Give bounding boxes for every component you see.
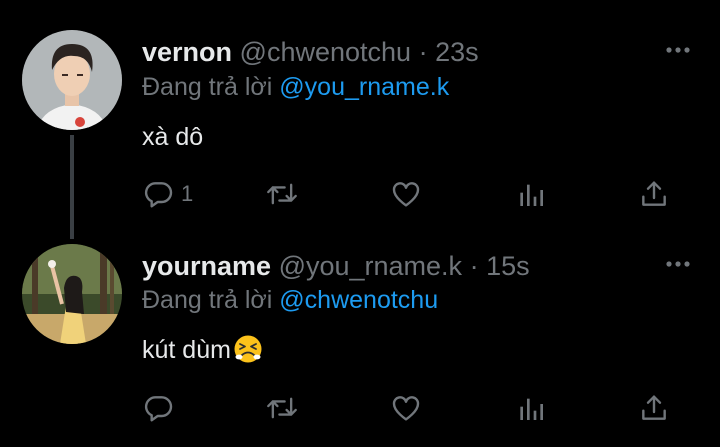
display-name[interactable]: yourname <box>142 251 271 281</box>
analytics-icon <box>520 398 543 420</box>
share-icon <box>642 181 666 206</box>
replying-to-label: Đang trả lời <box>142 73 273 101</box>
tweet-body: kút dùm <box>142 334 263 371</box>
avatar[interactable] <box>22 244 122 344</box>
reply-icon <box>144 396 173 422</box>
replying-to: Đang trả lời @chwenotchu <box>142 285 438 315</box>
share-button[interactable] <box>638 176 670 212</box>
like-icon <box>392 396 420 421</box>
avatar[interactable] <box>22 30 122 130</box>
replying-to: Đang trả lời @you_rname.k <box>142 72 449 102</box>
more-icon[interactable] <box>663 40 693 60</box>
reply-button[interactable]: 1 <box>143 176 193 212</box>
replying-to-label: Đang trả lời <box>142 286 273 314</box>
more-icon[interactable] <box>663 254 693 274</box>
retweet-icon <box>267 397 297 419</box>
share-icon <box>642 395 666 420</box>
analytics-button[interactable] <box>515 390 547 426</box>
separator: · <box>469 251 479 281</box>
timestamp[interactable]: 15s <box>486 251 530 281</box>
retweet-button[interactable] <box>265 176 299 212</box>
persevering-face-emoji <box>233 334 263 371</box>
user-handle[interactable]: @you_rname.k <box>279 251 463 281</box>
like-button[interactable] <box>390 176 422 212</box>
mention-link[interactable]: @you_rname.k <box>279 73 449 101</box>
display-name[interactable]: vernon <box>142 37 232 67</box>
tweet-actions: 1 <box>0 176 720 212</box>
tweet-actions <box>0 390 720 426</box>
like-button[interactable] <box>390 390 422 426</box>
user-handle[interactable]: @chwenotchu <box>240 37 412 67</box>
tweet[interactable]: vernon @chwenotchu · 23s Đang trả lời @y… <box>0 0 720 239</box>
reply-icon <box>144 182 173 208</box>
reply-count: 1 <box>181 181 194 206</box>
tweet-header: yourname @you_rname.k · 15s <box>142 250 530 282</box>
retweet-icon <box>267 183 297 205</box>
tweet[interactable]: yourname @you_rname.k · 15s Đang trả lời… <box>0 230 720 447</box>
timestamp[interactable]: 23s <box>435 37 479 67</box>
separator: · <box>418 37 428 67</box>
analytics-icon <box>520 184 543 206</box>
share-button[interactable] <box>638 390 670 426</box>
tweet-header: vernon @chwenotchu · 23s <box>142 36 479 68</box>
tweet-text: xà dô <box>142 123 204 151</box>
retweet-button[interactable] <box>265 390 299 426</box>
mention-link[interactable]: @chwenotchu <box>279 286 438 314</box>
analytics-button[interactable] <box>515 176 547 212</box>
like-icon <box>392 182 420 207</box>
reply-button[interactable] <box>143 390 181 426</box>
tweet-text: kút dùm <box>142 336 231 364</box>
